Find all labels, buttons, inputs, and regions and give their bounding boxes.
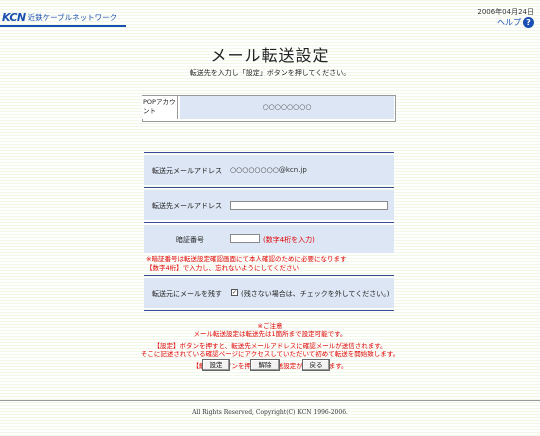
footer-copyright: All Rights Reserved, Copyright(C) KCN 19… bbox=[192, 409, 348, 416]
keep-mail-label: 転送元にメールを残す bbox=[152, 290, 222, 298]
logo-name: 近鉄ケーブルネットワーク bbox=[27, 12, 118, 22]
source-address-value: ○○○○○○○○@kcn.jp bbox=[230, 166, 307, 174]
divider bbox=[144, 275, 394, 276]
back-button[interactable]: 戻る bbox=[302, 359, 330, 371]
current-date: 2006年04月24日 bbox=[477, 8, 534, 16]
divider bbox=[144, 187, 394, 188]
dest-address-input[interactable] bbox=[230, 201, 388, 210]
divider bbox=[144, 222, 394, 223]
pin-label: 暗証番号 bbox=[176, 236, 204, 244]
page-title: メール転送設定 bbox=[210, 46, 330, 65]
cancel-button[interactable]: 解除 bbox=[250, 359, 280, 371]
logo-underline bbox=[0, 25, 126, 27]
notice-line: メール転送設定は転送先は1箇所まで設定可能です。 bbox=[193, 330, 347, 338]
notice-title: ※ご注意 bbox=[257, 322, 283, 330]
help-label: ヘルプ bbox=[497, 18, 521, 27]
kcn-logo: KCN 近鉄ケーブルネットワーク bbox=[2, 10, 117, 24]
notice-line: そこに記述されている確認ページにアクセスしていただいて初めて転送を開始致します。 bbox=[140, 350, 400, 358]
pin-hint: (数字4桁を入力) bbox=[263, 236, 315, 244]
pin-input[interactable] bbox=[230, 234, 260, 243]
set-button[interactable]: 設定 bbox=[202, 359, 230, 371]
page-subtitle: 転送先を入力し「設定」ボタンを押してください。 bbox=[189, 69, 351, 77]
footer-divider bbox=[0, 400, 540, 401]
help-icon: ? bbox=[523, 17, 534, 28]
divider bbox=[144, 152, 394, 153]
logo-mark: KCN bbox=[2, 10, 26, 24]
notice-line: 【設定】ボタンを押すと、転送先メールアドレスに確認メールが送信されます。 bbox=[153, 342, 387, 350]
keep-mail-hint: (残さない場合は、チェックを外してください。) bbox=[241, 290, 390, 298]
keep-mail-checkbox[interactable]: ✓ bbox=[231, 289, 238, 296]
source-address-label: 転送元メールアドレス bbox=[152, 167, 222, 175]
pop-account-value: ○○○○○○○○ bbox=[180, 96, 394, 119]
divider bbox=[144, 310, 394, 311]
dest-address-label: 転送先メールアドレス bbox=[152, 202, 222, 210]
pin-note-2: 【数字4桁】で入力し、忘れないようにしてください bbox=[146, 264, 300, 272]
pop-account-label: POPアカウント bbox=[142, 96, 178, 119]
help-link[interactable]: ヘルプ ? bbox=[497, 17, 534, 28]
